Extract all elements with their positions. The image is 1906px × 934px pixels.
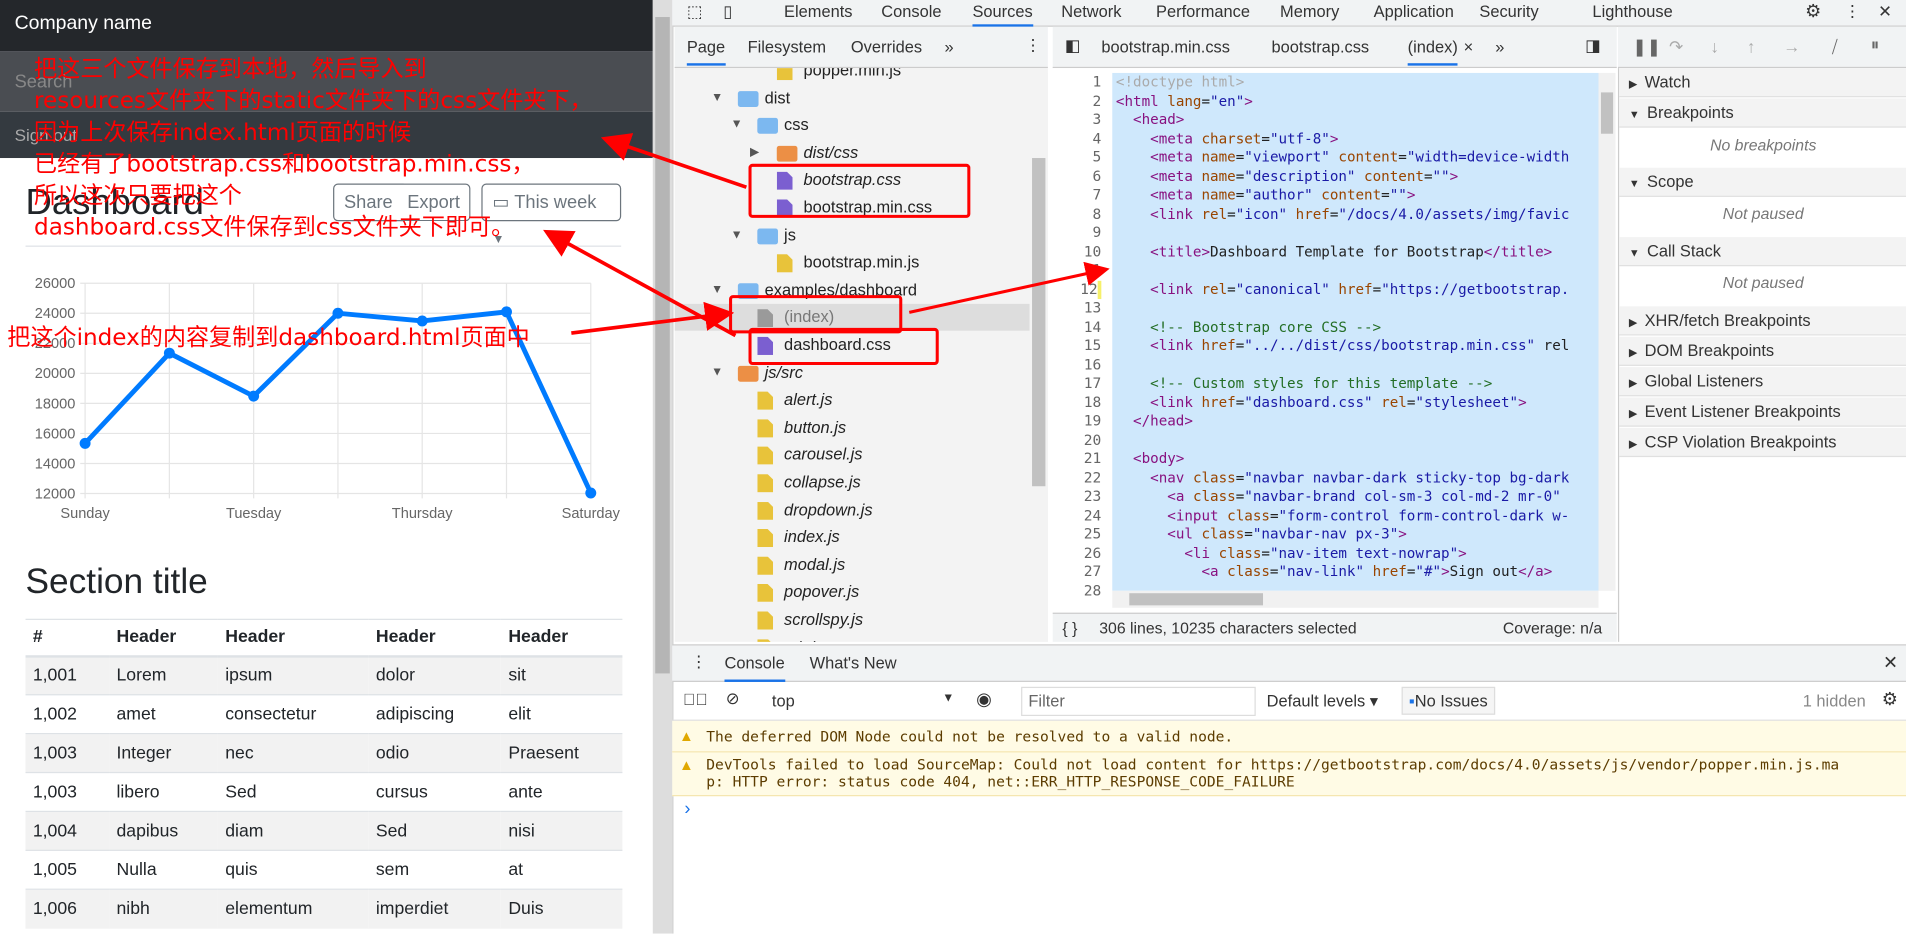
highlight-box-dashboard-css	[748, 327, 939, 365]
arrow	[908, 261, 1110, 314]
annotation-overlay	[543, 133, 1110, 365]
highlight-box-bootstrap-files	[748, 163, 971, 218]
arrow	[600, 133, 747, 189]
arrow	[571, 301, 735, 335]
highlight-box-index	[729, 295, 903, 334]
arrow	[543, 229, 737, 338]
